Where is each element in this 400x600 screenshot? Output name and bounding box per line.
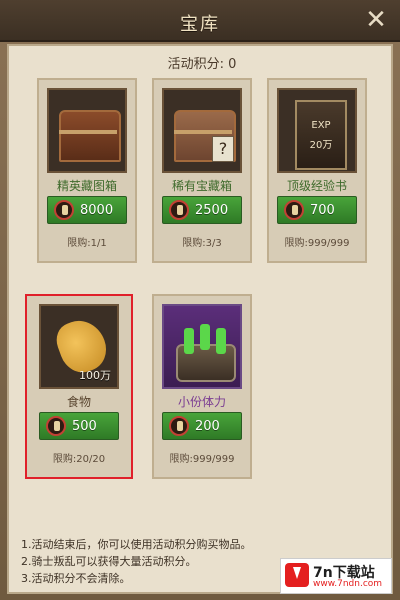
item-price: 500 [72, 419, 97, 434]
item-image: EXP 20万 [277, 88, 357, 173]
item-price: 700 [310, 203, 335, 218]
point-coin-icon [169, 200, 189, 220]
question-mark-icon: ? [212, 136, 234, 162]
point-coin-icon [169, 416, 189, 436]
treasure-chest-icon [59, 110, 121, 162]
close-icon[interactable]: ✕ [362, 6, 390, 34]
shop-item-top-exp-book[interactable]: EXP 20万 顶级经验书 700 限购:999/999 [267, 78, 367, 263]
shop-item-rare-treasure-chest[interactable]: ? 稀有宝藏箱 2500 限购:3/3 [152, 78, 252, 263]
download-icon [285, 563, 309, 587]
item-quantity: 100万 [79, 369, 111, 382]
purchase-limit: 限购:1/1 [67, 238, 107, 249]
item-name: 稀有宝藏箱 [171, 179, 232, 193]
buy-button[interactable]: 500 [39, 412, 119, 440]
potion-bottle-icon [216, 328, 226, 354]
site-watermark: 7n下载站 www.7ndn.com [280, 558, 392, 594]
note-line: 1.活动结束后，你可以使用活动积分购买物品。 [21, 538, 252, 551]
page-title: 宝库 [180, 14, 220, 35]
watermark-url: www.7ndn.com [313, 579, 383, 589]
buy-button[interactable]: 2500 [162, 196, 242, 224]
purchase-limit: 限购:3/3 [182, 238, 222, 249]
point-coin-icon [284, 200, 304, 220]
item-image [47, 88, 127, 173]
item-name: 小份体力 [177, 395, 226, 409]
exp-book-icon: EXP 20万 [295, 100, 347, 170]
item-name: 精英藏图箱 [56, 179, 117, 193]
item-name: 顶级经验书 [286, 179, 347, 193]
potion-bottle-icon [200, 324, 210, 350]
book-label: EXP [311, 120, 331, 131]
buy-button[interactable]: 700 [277, 196, 357, 224]
purchase-limit: 限购:999/999 [169, 454, 235, 465]
shop-item-food[interactable]: 100万 食物 500 限购:20/20 [25, 294, 133, 479]
item-name: 食物 [66, 395, 91, 409]
purchase-limit: 限购:20/20 [52, 454, 106, 465]
item-image [162, 304, 242, 389]
item-image: 100万 [39, 304, 119, 389]
title-bar: 宝库 ✕ [0, 0, 400, 42]
potion-bottle-icon [184, 328, 194, 354]
buy-button[interactable]: 8000 [47, 196, 127, 224]
points-label: 活动积分: 0 [167, 57, 237, 72]
item-image: ? [162, 88, 242, 173]
potion-chest-icon [176, 324, 236, 382]
item-price: 200 [195, 419, 220, 434]
point-coin-icon [54, 200, 74, 220]
point-coin-icon [46, 416, 66, 436]
book-amount: 20万 [309, 140, 333, 151]
item-price: 2500 [195, 203, 229, 218]
purchase-limit: 限购:999/999 [284, 238, 350, 249]
shop-item-small-stamina[interactable]: 小份体力 200 限购:999/999 [152, 294, 252, 479]
buy-button[interactable]: 200 [162, 412, 242, 440]
shop-item-elite-map-chest[interactable]: 精英藏图箱 8000 限购:1/1 [37, 78, 137, 263]
item-price: 8000 [80, 203, 114, 218]
shop-panel: 活动积分: 0 精英藏图箱 8000 限购:1/1 ? 稀有宝藏箱 2500 限… [7, 44, 393, 594]
